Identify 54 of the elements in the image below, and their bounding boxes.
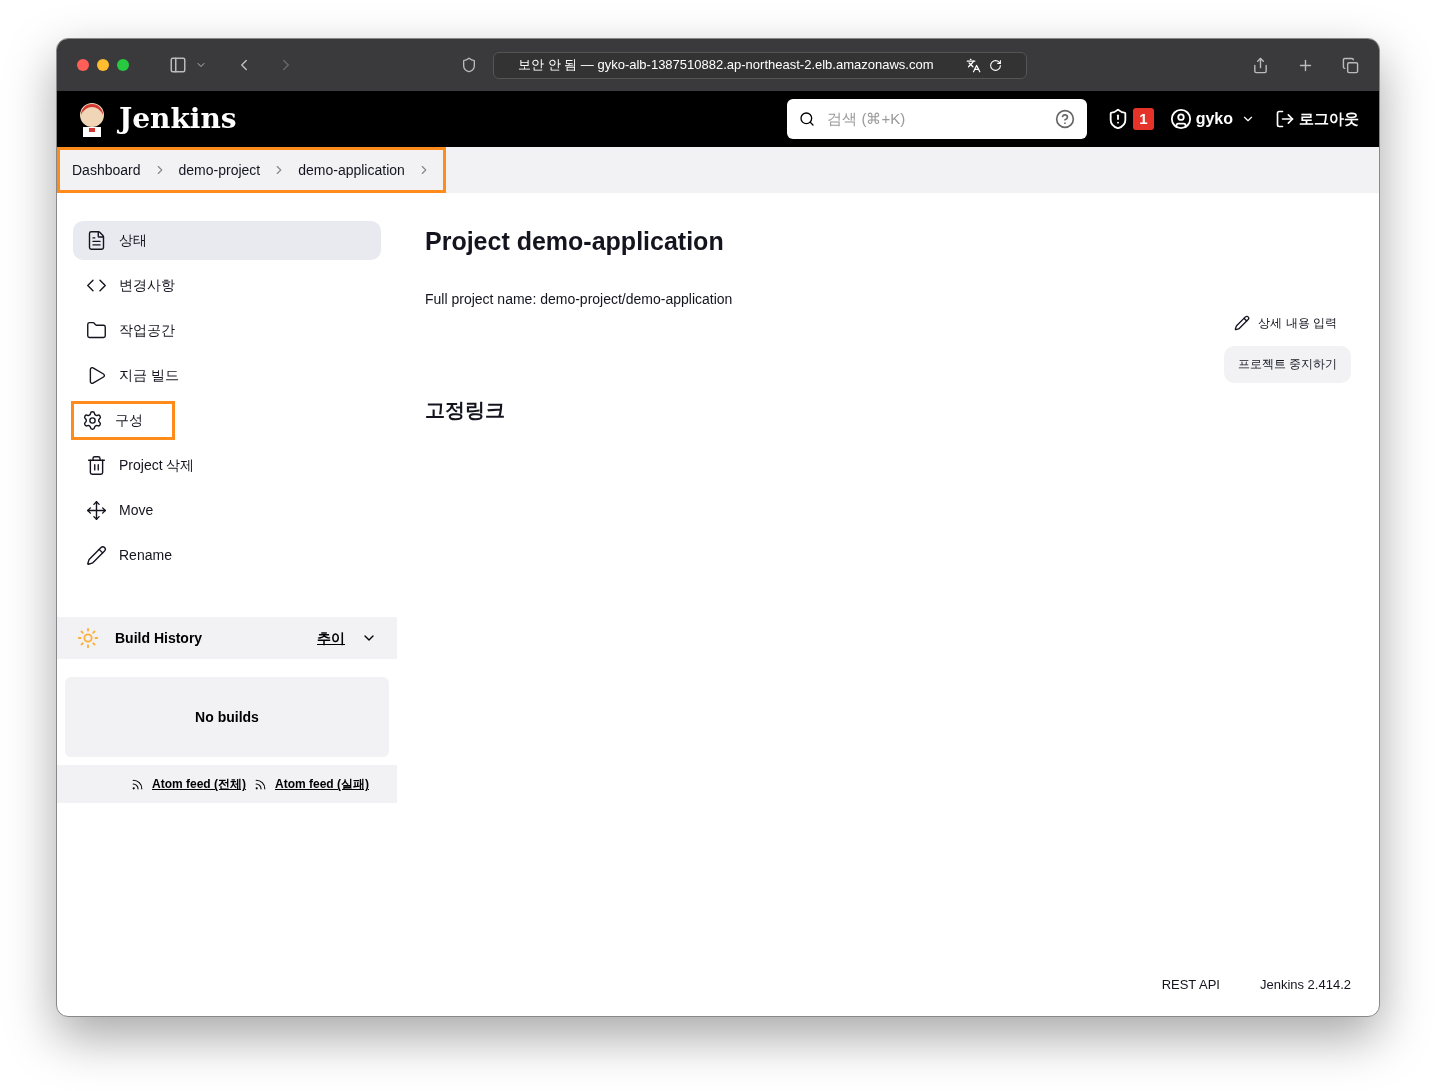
sidebar-item[interactable]: 구성 (71, 401, 175, 440)
sidebar-item[interactable]: Rename (73, 536, 381, 575)
tabs-overview-icon[interactable] (1342, 56, 1359, 74)
translate-icon[interactable] (966, 57, 981, 73)
permalinks-heading: 고정링크 (425, 397, 506, 423)
help-icon[interactable] (1055, 109, 1076, 129)
zoom-window-icon[interactable] (117, 59, 129, 71)
logout-link[interactable]: 로그아웃 (1299, 107, 1359, 131)
sidebar-toggle-icon[interactable] (169, 56, 187, 74)
sidebar-item[interactable]: 상태 (73, 221, 381, 260)
search-icon (799, 111, 816, 127)
brand-name[interactable]: Jenkins (119, 98, 237, 140)
pencil-icon (1234, 314, 1251, 331)
user-name[interactable]: gyko (1195, 107, 1233, 131)
sidebar-item[interactable]: Move (73, 491, 381, 530)
page-title: Project demo-application (425, 226, 725, 257)
breadcrumb-link[interactable]: demo-application (298, 159, 405, 181)
reload-icon[interactable] (989, 58, 1002, 72)
no-builds-card: No builds (65, 677, 389, 757)
sidebar-item[interactable]: 작업공간 (73, 311, 381, 350)
sidebar-item[interactable]: Project 삭제 (73, 446, 381, 485)
user-icon[interactable] (1169, 108, 1192, 130)
trend-link[interactable]: 추이 (317, 627, 345, 649)
trash-icon (86, 455, 107, 476)
move-arrows-icon (86, 500, 107, 521)
search-field[interactable]: 검색 (⌘+K) (827, 107, 1044, 131)
build-history-title: Build History (115, 628, 204, 648)
search-box[interactable]: 검색 (⌘+K) (787, 99, 1088, 139)
rss-icon (131, 777, 144, 791)
atom-feed-link[interactable]: Atom feed (실패) (275, 775, 369, 793)
alert-count-badge[interactable]: 1 (1133, 107, 1154, 131)
minimize-window-icon[interactable] (97, 59, 109, 71)
close-window-icon[interactable] (77, 59, 89, 71)
footer-link[interactable]: Jenkins 2.414.2 (1259, 974, 1351, 994)
shield-icon[interactable] (461, 57, 477, 73)
atom-feed-link[interactable]: Atom feed (전체) (152, 775, 246, 793)
footer-link[interactable]: REST API (1161, 974, 1220, 994)
disable-project-button[interactable]: 프로젝트 중지하기 (1223, 345, 1351, 383)
share-icon[interactable] (1252, 56, 1269, 74)
breadcrumb-link[interactable]: demo-project (178, 159, 261, 181)
pencil-icon (86, 545, 107, 566)
settings-icon (82, 410, 103, 431)
breadcrumb-link[interactable]: Dashboard (72, 159, 141, 181)
rss-icon (254, 777, 267, 791)
full-project-name: Full project name: demo-project/demo-application (425, 289, 734, 309)
document-icon (86, 230, 107, 251)
sun-icon (77, 627, 99, 649)
address-bar[interactable]: 보안 안 됨 — gyko-alb-1387510882.ap-northeast-2.elb.amazonaws.com (493, 51, 1027, 79)
logout-icon[interactable] (1275, 109, 1295, 129)
sidebar-item[interactable]: 변경사항 (73, 266, 381, 305)
butler-logo-icon (77, 101, 107, 137)
edit-description-link[interactable]: 상세 내용 입력 (1234, 313, 1337, 332)
sidebar-item[interactable]: 지금 빌드 (73, 356, 381, 395)
folder-icon (86, 320, 107, 341)
